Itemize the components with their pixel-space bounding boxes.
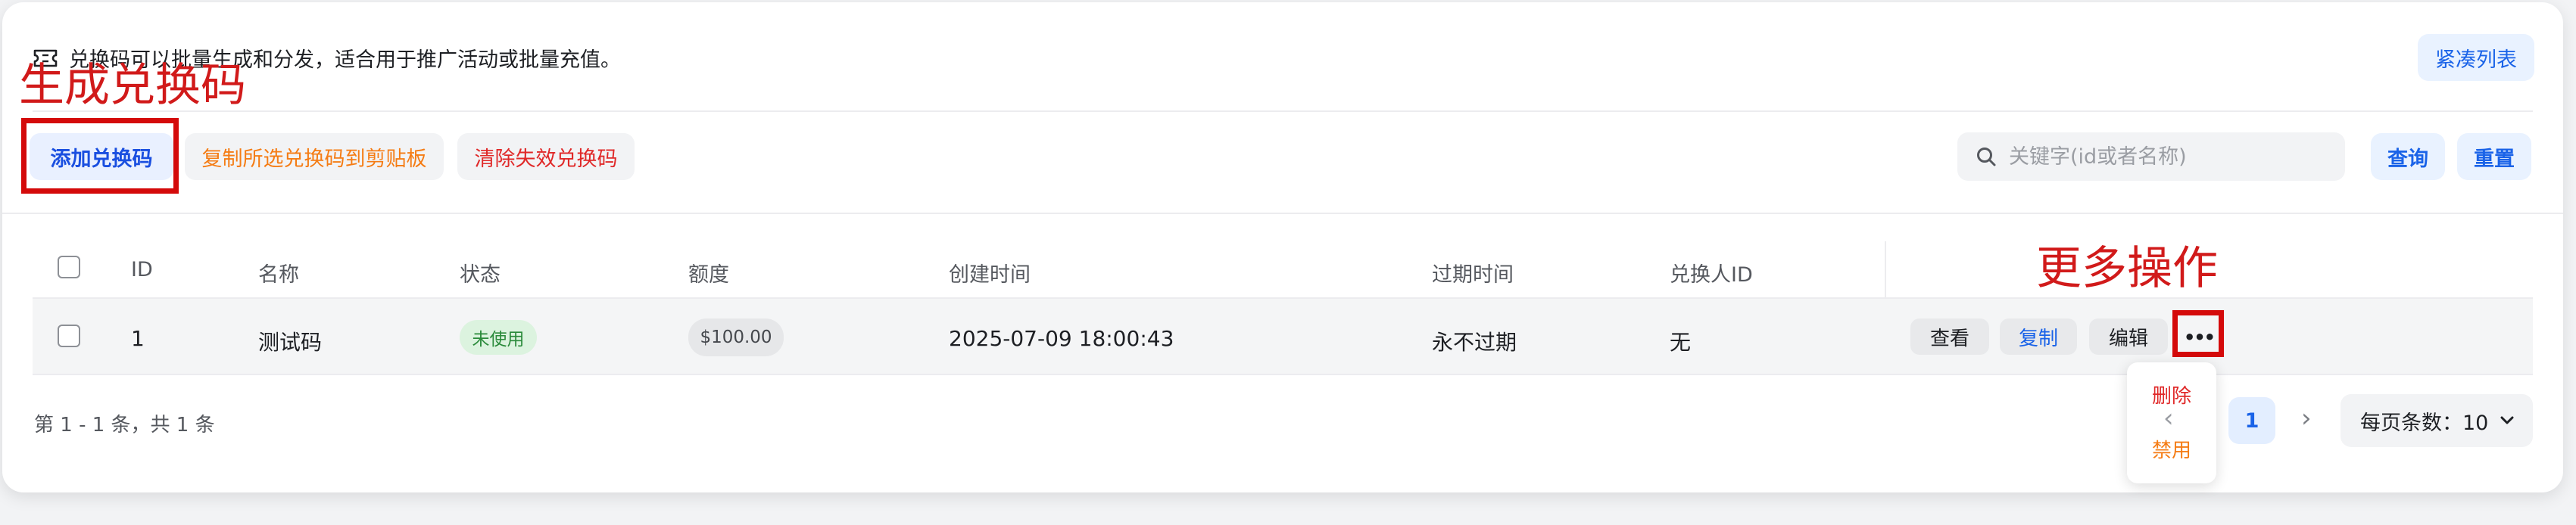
redemption-code-panel: 兑换码可以批量生成和分发，适合用于推广活动或批量充值。 紧凑列表 生成兑换码 添… <box>2 2 2563 492</box>
search-input[interactable] <box>2009 144 2342 169</box>
menu-item-disable[interactable]: 禁用 <box>2127 435 2216 463</box>
chevron-left-icon[interactable]: ‹ <box>2163 403 2174 433</box>
copy-button[interactable]: 复制 <box>2000 318 2077 355</box>
status-badge: 未使用 <box>460 320 537 355</box>
clear-invalid-button[interactable]: 清除失效兑换码 <box>457 133 635 180</box>
annotation-more-actions: 更多操作 <box>2036 242 2218 295</box>
column-header-status: 状态 <box>460 263 501 287</box>
annotation-generate-code: 生成兑换码 <box>19 59 246 112</box>
page-size-label: 每页条数：10 <box>2360 411 2489 435</box>
column-header-id: ID <box>131 258 153 281</box>
column-header-amount: 额度 <box>688 263 729 287</box>
divider <box>2 213 2563 214</box>
row-checkbox[interactable] <box>58 325 80 347</box>
edit-button[interactable]: 编辑 <box>2089 318 2168 355</box>
query-button[interactable]: 查询 <box>2371 133 2445 180</box>
column-header-expires: 过期时间 <box>1432 263 1514 287</box>
page-size-select[interactable]: 每页条数：10 <box>2341 394 2533 447</box>
pagination-summary: 第 1 - 1 条，共 1 条 <box>34 414 215 436</box>
annotation-box-more <box>2172 310 2224 357</box>
column-header-redeemer: 兑换人ID <box>1670 263 1753 287</box>
cell-name: 测试码 <box>258 330 323 355</box>
chevron-down-icon <box>2500 416 2514 424</box>
cell-expires: 永不过期 <box>1432 330 1517 355</box>
search-icon <box>1977 148 1996 166</box>
select-all-checkbox[interactable] <box>58 256 80 278</box>
cell-redeemer: 无 <box>1670 330 1692 355</box>
column-header-name: 名称 <box>258 263 299 287</box>
cell-created-time: 2025-07-09 18:00:43 <box>949 326 1174 351</box>
add-code-button[interactable]: 添加兑换码 <box>30 133 173 180</box>
reset-button[interactable]: 重置 <box>2457 133 2531 180</box>
page-number[interactable]: 1 <box>2228 397 2275 444</box>
amount-badge: $100.00 <box>688 318 784 356</box>
column-header-created: 创建时间 <box>949 263 1031 287</box>
chevron-right-icon[interactable]: › <box>2301 403 2312 433</box>
search-box[interactable] <box>1957 132 2345 181</box>
view-button[interactable]: 查看 <box>1910 318 1989 355</box>
cell-id: 1 <box>131 326 145 351</box>
compact-list-toggle[interactable]: 紧凑列表 <box>2418 34 2534 81</box>
divider <box>33 110 2533 112</box>
copy-selected-button[interactable]: 复制所选兑换码到剪贴板 <box>185 133 444 180</box>
